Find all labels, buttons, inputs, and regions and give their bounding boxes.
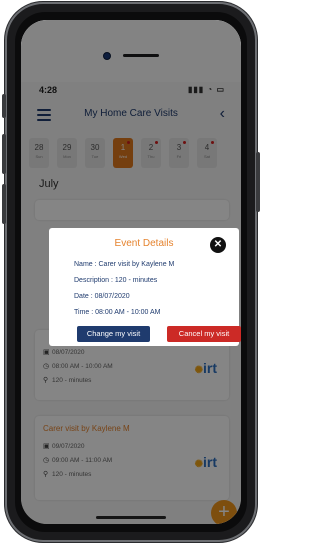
close-icon[interactable]: ✕ <box>210 237 226 253</box>
event-name: Name : Carer visit by Kaylene M <box>74 261 175 268</box>
home-indicator[interactable] <box>96 516 166 519</box>
event-details-modal: Event Details ✕ Name : Carer visit by Ka… <box>49 228 241 346</box>
event-date: Date : 08/07/2020 <box>74 293 130 300</box>
phone-bezel: 4:28 ▮▮▮ ◔ ▭ My Home Care Visits ‹ 28 Su… <box>15 12 247 532</box>
cancel-visit-button[interactable]: Cancel my visit <box>167 326 241 342</box>
change-visit-button[interactable]: Change my visit <box>77 326 150 342</box>
volume-down-button <box>2 184 6 224</box>
silent-switch <box>2 94 6 118</box>
phone-frame: 4:28 ▮▮▮ ◔ ▭ My Home Care Visits ‹ 28 Su… <box>2 2 260 542</box>
app-screen: 4:28 ▮▮▮ ◔ ▭ My Home Care Visits ‹ 28 Su… <box>21 20 241 524</box>
volume-up-button <box>2 134 6 174</box>
event-description: Description : 120 - minutes <box>74 277 158 284</box>
power-button <box>256 152 260 212</box>
event-time: Time : 08:00 AM - 10:00 AM <box>74 309 161 316</box>
